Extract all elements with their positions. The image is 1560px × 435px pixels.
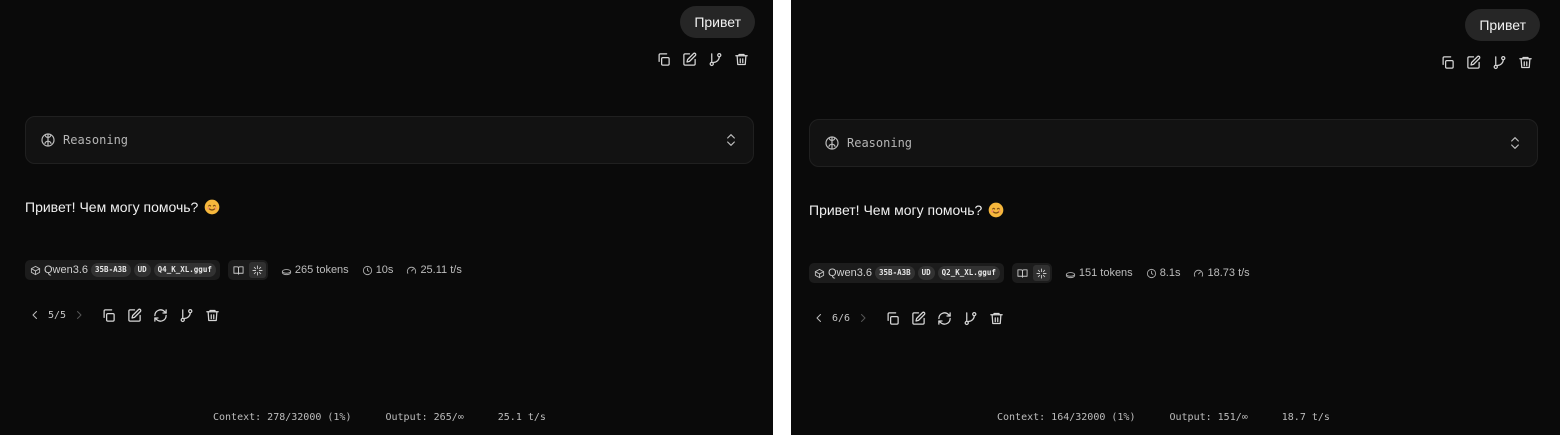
model-tag-variant: UD <box>917 266 935 280</box>
model-tag-file: Q2_K_XL.gguf <box>937 266 1000 280</box>
token-count: 151 tokens <box>1065 267 1133 279</box>
trash-icon[interactable] <box>733 51 749 67</box>
clock-icon <box>1146 268 1156 278</box>
output-usage: Output: 151/∞ <box>1169 412 1248 423</box>
model-chip[interactable]: Qwen3.6 35B-A3B UD Q2_K_XL.gguf <box>809 263 1004 283</box>
trash-icon[interactable] <box>204 307 220 323</box>
edit-icon[interactable] <box>910 310 926 326</box>
user-message-bubble: Привет <box>680 6 755 38</box>
prev-version-button[interactable] <box>812 311 826 325</box>
brain-icon <box>824 135 840 151</box>
message-navigation: 6/6 <box>812 309 1004 327</box>
coins-icon <box>1065 271 1075 278</box>
edit-icon[interactable] <box>126 307 142 323</box>
view-mode-toggle <box>227 260 268 280</box>
box-icon <box>30 265 41 275</box>
context-usage: Context: 278/32000 (1%) <box>213 412 352 423</box>
smiling-face-emoji <box>204 199 220 215</box>
reasoning-toggle[interactable]: Reasoning <box>25 116 754 164</box>
model-name: Qwen3.6 <box>44 264 89 276</box>
model-tag-size: 35B-A3B <box>875 266 915 280</box>
model-tag-size: 35B-A3B <box>91 263 131 277</box>
version-counter: 5/5 <box>48 309 67 321</box>
message-meta: Qwen3.6 35B-A3B UD Q4_K_XL.gguf 265 toke… <box>25 259 462 281</box>
assistant-message-text: Привет! Чем могу помочь? <box>25 199 199 215</box>
gauge-icon <box>1194 269 1204 277</box>
status-footer: Context: 164/32000 (1%) Output: 151/∞ 18… <box>997 412 1330 423</box>
copy-icon[interactable] <box>655 51 671 67</box>
branch-icon[interactable] <box>962 310 978 326</box>
copy-icon[interactable] <box>884 310 900 326</box>
edit-icon[interactable] <box>1465 54 1481 70</box>
box-icon <box>814 268 825 278</box>
generation-speed: 25.11 t/s <box>406 264 462 276</box>
copy-icon[interactable] <box>100 307 116 323</box>
version-counter: 6/6 <box>832 312 851 324</box>
refresh-icon[interactable] <box>936 310 952 326</box>
prev-version-button[interactable] <box>28 308 42 322</box>
chat-panel-left: Привет Reasoning Привет! Чем могу помочь… <box>0 0 773 435</box>
branch-icon[interactable] <box>1491 54 1507 70</box>
context-usage: Context: 164/32000 (1%) <box>997 412 1136 423</box>
model-name: Qwen3.6 <box>828 267 873 279</box>
trash-icon[interactable] <box>988 310 1004 326</box>
assistant-message: Привет! Чем могу помочь? <box>809 202 1004 218</box>
model-tag-file: Q4_K_XL.gguf <box>153 263 216 277</box>
next-version-button[interactable] <box>856 311 870 325</box>
user-message-actions <box>655 51 749 67</box>
trash-icon[interactable] <box>1517 54 1533 70</box>
chat-panel-right: Привет Reasoning Привет! Чем могу помочь… <box>791 0 1560 435</box>
assistant-message-text: Привет! Чем могу помочь? <box>809 202 983 218</box>
user-message-actions <box>1439 54 1533 70</box>
sparkle-icon[interactable] <box>248 262 266 278</box>
smiling-face-emoji <box>988 202 1004 218</box>
book-icon[interactable] <box>230 262 247 278</box>
next-version-button[interactable] <box>72 308 86 322</box>
sparkle-icon[interactable] <box>1032 265 1050 281</box>
assistant-message-actions <box>100 307 220 323</box>
message-meta: Qwen3.6 35B-A3B UD Q2_K_XL.gguf 151 toke… <box>809 262 1250 284</box>
status-footer: Context: 278/32000 (1%) Output: 265/∞ 25… <box>213 412 546 423</box>
branch-icon[interactable] <box>178 307 194 323</box>
assistant-message: Привет! Чем могу помочь? <box>25 199 220 215</box>
message-navigation: 5/5 <box>28 306 220 324</box>
edit-icon[interactable] <box>681 51 697 67</box>
book-icon[interactable] <box>1014 265 1031 281</box>
chevrons-up-down-icon <box>723 132 739 148</box>
reasoning-label: Reasoning <box>847 136 913 150</box>
refresh-icon[interactable] <box>152 307 168 323</box>
copy-icon[interactable] <box>1439 54 1455 70</box>
generation-speed: 18.73 t/s <box>1193 267 1250 279</box>
coins-icon <box>281 268 291 275</box>
token-count: 265 tokens <box>281 264 349 276</box>
user-message-bubble: Привет <box>1465 9 1540 41</box>
view-mode-toggle <box>1011 263 1052 283</box>
generation-time: 10s <box>362 264 393 276</box>
clock-icon <box>362 265 372 275</box>
reasoning-toggle[interactable]: Reasoning <box>809 119 1538 167</box>
output-usage: Output: 265/∞ <box>385 412 464 423</box>
chevrons-up-down-icon <box>1507 135 1523 151</box>
footer-speed: 25.1 t/s <box>497 412 546 423</box>
footer-speed: 18.7 t/s <box>1281 412 1330 423</box>
brain-icon <box>40 132 56 148</box>
branch-icon[interactable] <box>707 51 723 67</box>
model-chip[interactable]: Qwen3.6 35B-A3B UD Q4_K_XL.gguf <box>25 260 220 280</box>
gauge-icon <box>407 266 417 274</box>
assistant-message-actions <box>884 310 1004 326</box>
generation-time: 8.1s <box>1146 267 1180 279</box>
model-tag-variant: UD <box>133 263 151 277</box>
reasoning-label: Reasoning <box>63 133 129 147</box>
